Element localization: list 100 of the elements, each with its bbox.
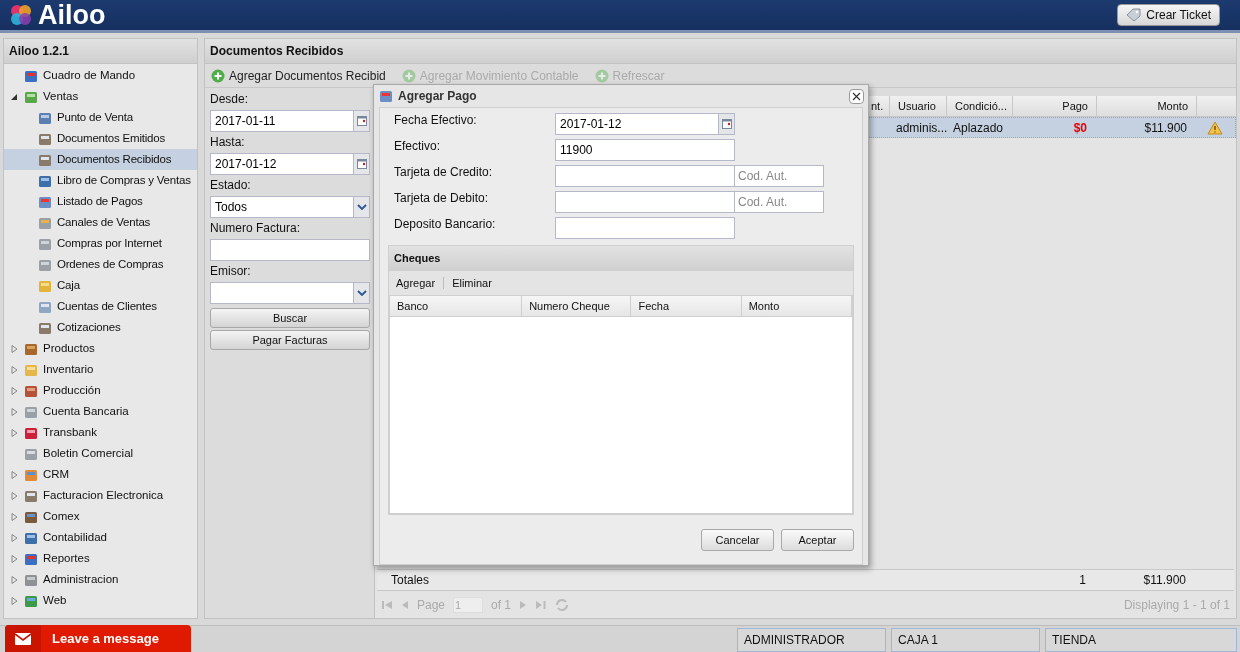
- status-cell: TIENDA: [1045, 628, 1237, 652]
- tree-item[interactable]: Transbank: [4, 422, 197, 443]
- tree-item[interactable]: Administracion: [4, 569, 197, 590]
- dialog-button[interactable]: Aceptar: [781, 529, 854, 551]
- date-field[interactable]: 2017-01-12: [210, 153, 370, 175]
- dialog-title: Agregar Pago: [398, 88, 478, 105]
- calendar-icon: [356, 159, 367, 169]
- first-page-icon[interactable]: [381, 599, 393, 610]
- tree-item[interactable]: CRM: [4, 464, 197, 485]
- tree-item[interactable]: Documentos Emitidos: [4, 128, 197, 149]
- dialog-button[interactable]: Cancelar: [701, 529, 774, 551]
- field-label: Tarjeta de Credito:: [393, 165, 494, 180]
- tree-item[interactable]: Producción: [4, 380, 197, 401]
- next-page-icon[interactable]: [519, 599, 528, 610]
- expand-icon[interactable]: [11, 386, 18, 395]
- tree-item[interactable]: Ordenes de Compras: [4, 254, 197, 275]
- field-label: Deposito Bancario:: [393, 217, 497, 232]
- tree-item[interactable]: Productos: [4, 338, 197, 359]
- collapse-icon[interactable]: [11, 92, 18, 101]
- auth-code-field[interactable]: Cod. Aut.: [735, 165, 824, 187]
- field-label: Emisor:: [210, 264, 252, 279]
- expand-icon[interactable]: [11, 491, 18, 500]
- expand-icon[interactable]: [11, 407, 18, 416]
- dropdown-button[interactable]: [353, 197, 369, 217]
- expand-icon[interactable]: [11, 428, 18, 437]
- toolbar-button[interactable]: Agregar: [396, 274, 436, 292]
- totals-label: Totales: [390, 572, 431, 589]
- calendar-button[interactable]: [353, 111, 369, 131]
- warning-icon: [1207, 120, 1223, 135]
- dropdown-field[interactable]: Todos: [210, 196, 370, 218]
- tree-item[interactable]: Cuentas de Clientes: [4, 296, 197, 317]
- column-header[interactable]: Pago: [1012, 96, 1096, 116]
- close-button[interactable]: [849, 88, 864, 104]
- input-field[interactable]: 11900: [555, 139, 735, 161]
- expand-icon[interactable]: [11, 533, 18, 542]
- expand-icon[interactable]: [11, 344, 18, 353]
- expand-icon[interactable]: [11, 554, 18, 563]
- column-header[interactable]: Monto: [1096, 96, 1196, 116]
- column-header[interactable]: Usuario: [889, 96, 946, 116]
- expand-icon[interactable]: [11, 470, 18, 479]
- toolbar-button[interactable]: Agregar Documentos Recibid: [211, 66, 386, 85]
- action-button[interactable]: Pagar Facturas: [210, 330, 370, 350]
- last-page-icon[interactable]: [535, 599, 548, 610]
- page-label: Page: [417, 596, 446, 614]
- input-field[interactable]: [555, 217, 735, 239]
- expand-icon[interactable]: [11, 596, 18, 605]
- caret-icon: [356, 290, 367, 296]
- auth-code-field[interactable]: Cod. Aut.: [735, 191, 824, 213]
- tree-item[interactable]: Contabilidad: [4, 527, 197, 548]
- tree-item[interactable]: Facturacion Electronica: [4, 485, 197, 506]
- field-label: Fecha Efectivo:: [393, 113, 478, 128]
- table-cell-text: $0: [1072, 119, 1088, 137]
- sidebar-title: Ailoo 1.2.1: [4, 39, 197, 64]
- column-header[interactable]: Fecha: [631, 296, 742, 316]
- calendar-button[interactable]: [718, 114, 734, 134]
- create-ticket-button[interactable]: Crear Ticket: [1117, 4, 1220, 26]
- dropdown-button[interactable]: [353, 283, 369, 303]
- tree-item[interactable]: Canales de Ventas: [4, 212, 197, 233]
- input-field[interactable]: [555, 191, 735, 213]
- column-header[interactable]: Condició...: [946, 96, 1012, 116]
- expand-icon[interactable]: [11, 575, 18, 584]
- date-field[interactable]: 2017-01-11: [210, 110, 370, 132]
- input-field[interactable]: [555, 165, 735, 187]
- tree-item[interactable]: Ventas: [4, 86, 197, 107]
- tree-item[interactable]: Boletin Comercial: [4, 443, 197, 464]
- input-field[interactable]: [210, 239, 370, 261]
- tree-item[interactable]: Listado de Pagos: [4, 191, 197, 212]
- tree-item[interactable]: Reportes: [4, 548, 197, 569]
- tree-item[interactable]: Cuenta Bancaria: [4, 401, 197, 422]
- tree-item[interactable]: Comex: [4, 506, 197, 527]
- column-header[interactable]: Monto: [741, 296, 852, 316]
- toolbar-button[interactable]: Eliminar: [452, 274, 492, 292]
- status-cell: CAJA 1: [891, 628, 1040, 652]
- tree-item[interactable]: Punto de Venta: [4, 107, 197, 128]
- dropdown-field[interactable]: [210, 282, 370, 304]
- calendar-button[interactable]: [353, 154, 369, 174]
- date-field[interactable]: 2017-01-12: [555, 113, 735, 135]
- tree-item[interactable]: Libro de Compras y Ventas: [4, 170, 197, 191]
- expand-icon[interactable]: [11, 512, 18, 521]
- previous-page-icon[interactable]: [401, 599, 409, 610]
- totals-count: 1: [1078, 572, 1087, 589]
- tree-item[interactable]: Cotizaciones: [4, 317, 197, 338]
- column-header[interactable]: Banco: [390, 296, 523, 316]
- table-cell-text: $11.900: [1143, 119, 1188, 137]
- tree-item[interactable]: Cuadro de Mando: [4, 65, 197, 86]
- leave-message-button[interactable]: Leave a message: [5, 625, 191, 652]
- column-header[interactable]: Numero Cheque: [522, 296, 632, 316]
- calendar-icon: [721, 119, 732, 129]
- card-icon: [378, 88, 394, 104]
- tree-item[interactable]: Documentos Recibidos: [4, 149, 197, 170]
- tree-item[interactable]: Web: [4, 590, 197, 611]
- action-button[interactable]: Buscar: [210, 308, 370, 328]
- add-icon: [401, 68, 416, 83]
- tree-item[interactable]: Caja: [4, 275, 197, 296]
- field-label: Tarjeta de Debito:: [393, 191, 490, 206]
- page-count: of 1: [491, 596, 512, 614]
- expand-icon[interactable]: [11, 365, 18, 374]
- tree-item[interactable]: Inventario: [4, 359, 197, 380]
- tree-item[interactable]: Compras por Internet: [4, 233, 197, 254]
- caret-icon: [356, 204, 367, 210]
